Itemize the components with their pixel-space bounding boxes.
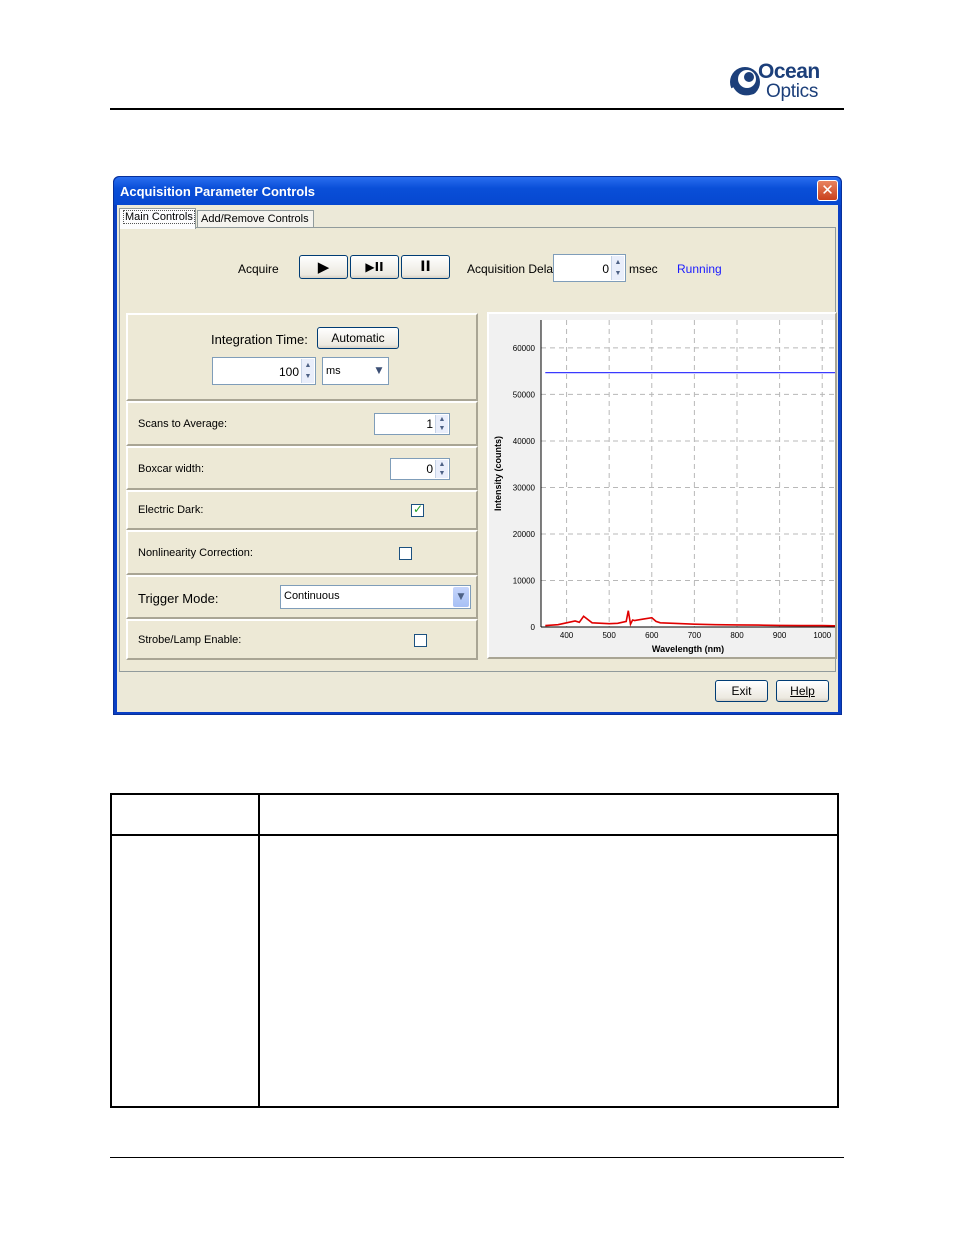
down-arrow-icon[interactable]: ▼ — [302, 371, 314, 383]
up-arrow-icon[interactable]: ▲ — [436, 415, 448, 424]
down-arrow-icon[interactable]: ▼ — [612, 268, 624, 280]
integration-unit-value: ms — [326, 365, 341, 377]
close-button[interactable]: ✕ — [817, 180, 838, 201]
trigger-mode-select[interactable]: Continuous ▼ — [280, 585, 471, 609]
spinner-arrows[interactable]: ▲ ▼ — [435, 415, 448, 433]
spinner-arrows[interactable]: ▲ ▼ — [611, 256, 624, 280]
main-controls-panel: Acquire ▶ ▶II II Acquisition Delay 0 ▲ ▼ … — [119, 227, 837, 672]
help-button[interactable]: Help — [776, 680, 829, 702]
check-icon: ✓ — [413, 502, 424, 516]
close-icon: ✕ — [821, 181, 834, 199]
x-tick-label: 1000 — [813, 631, 831, 640]
window-title: Acquisition Parameter Controls — [120, 184, 316, 199]
y-tick-label: 10000 — [513, 576, 536, 585]
y-tick-label: 0 — [531, 623, 536, 632]
acquisition-parameter-window: Acquisition Parameter Controls ✕ Main Co… — [113, 176, 842, 715]
window-client: Main Controls Add/Remove Controls Acquir… — [117, 205, 838, 712]
electric-dark-label: Electric Dark: — [138, 504, 204, 516]
x-tick-label: 900 — [773, 631, 787, 640]
table-header-divider — [112, 834, 837, 836]
boxcar-width-value: 0 — [426, 462, 433, 476]
y-tick-label: 50000 — [513, 390, 536, 399]
y-tick-label: 20000 — [513, 530, 536, 539]
y-tick-label: 40000 — [513, 437, 536, 446]
pause-icon: II — [420, 259, 431, 275]
scans-to-average-group: Scans to Average: 1 ▲ ▼ — [126, 401, 478, 446]
trigger-mode-group: Trigger Mode: Continuous ▼ — [126, 575, 478, 619]
electric-dark-checkbox[interactable]: ✓ — [411, 502, 424, 517]
x-tick-label: 800 — [730, 631, 744, 640]
header-rule — [110, 108, 844, 110]
table-column-divider — [258, 795, 260, 1106]
acquisition-status: Running — [677, 262, 722, 276]
x-axis-label: Wavelength (nm) — [652, 644, 724, 654]
integration-time-value: 100 — [278, 365, 299, 379]
scans-to-average-label: Scans to Average: — [138, 418, 228, 430]
y-tick-label: 30000 — [513, 483, 536, 492]
description-table — [110, 793, 839, 1108]
strobe-lamp-enable-checkbox[interactable] — [414, 634, 427, 647]
integration-time-spinner[interactable]: 100 ▲ ▼ — [212, 357, 316, 385]
title-bar[interactable]: Acquisition Parameter Controls ✕ — [114, 177, 841, 205]
up-arrow-icon[interactable]: ▲ — [436, 460, 448, 469]
acquire-pause-button[interactable]: II — [401, 255, 450, 279]
x-tick-label: 600 — [645, 631, 659, 640]
automatic-button[interactable]: Automatic — [317, 327, 399, 349]
down-arrow-icon[interactable]: ▼ — [436, 469, 448, 478]
boxcar-width-spinner[interactable]: 0 ▲ ▼ — [390, 458, 450, 480]
y-axis-label: Intensity (counts) — [493, 436, 503, 511]
exit-button[interactable]: Exit — [715, 680, 768, 702]
play-pause-icon: ▶II — [365, 260, 384, 274]
acquire-play-button[interactable]: ▶ — [299, 255, 348, 279]
spectrum-chart: 400 500 600 700 800 900 1000010000200003000040… — [493, 320, 835, 654]
tab-add-remove-controls[interactable]: Add/Remove Controls — [197, 210, 314, 228]
nonlinearity-correction-label: Nonlinearity Correction: — [138, 547, 253, 559]
integration-time-group: Integration Time: Automatic 100 ▲ ▼ ms ▼ — [126, 313, 478, 401]
scans-to-average-spinner[interactable]: 1 ▲ ▼ — [374, 413, 450, 435]
spinner-arrows[interactable]: ▲ ▼ — [435, 460, 448, 478]
trigger-mode-value: Continuous — [284, 590, 340, 602]
y-tick-label: 60000 — [513, 344, 536, 353]
strobe-lamp-enable-label: Strobe/Lamp Enable: — [138, 634, 242, 646]
ocean-optics-logo: Ocean Optics — [728, 58, 848, 106]
acquire-single-button[interactable]: ▶II — [350, 255, 399, 279]
trigger-mode-label: Trigger Mode: — [138, 591, 219, 606]
x-tick-label: 400 — [560, 631, 574, 640]
electric-dark-group: Electric Dark: ✓ — [126, 490, 478, 530]
nonlinearity-correction-checkbox[interactable] — [399, 547, 412, 560]
chevron-down-icon[interactable]: ▼ — [371, 359, 387, 383]
boxcar-width-label: Boxcar width: — [138, 463, 205, 475]
down-arrow-icon[interactable]: ▼ — [436, 424, 448, 433]
integration-unit-select[interactable]: ms ▼ — [322, 357, 389, 385]
up-arrow-icon[interactable]: ▲ — [612, 256, 624, 268]
integration-time-label: Integration Time: — [211, 332, 308, 347]
acquire-label: Acquire — [238, 262, 279, 276]
tab-main-controls[interactable]: Main Controls — [119, 208, 196, 229]
play-icon: ▶ — [317, 258, 330, 276]
x-tick-label: 700 — [688, 631, 702, 640]
boxcar-width-group: Boxcar width: 0 ▲ ▼ — [126, 446, 478, 490]
nonlinearity-correction-group: Nonlinearity Correction: — [126, 530, 478, 575]
acquisition-delay-unit: msec — [629, 262, 658, 276]
spectrum-graph-panel: 400 500 600 700 800 900 1000 0 10000 20000 30000 40… — [487, 312, 837, 659]
spinner-arrows[interactable]: ▲ ▼ — [301, 359, 314, 383]
chevron-down-icon[interactable]: ▼ — [453, 587, 469, 607]
acquisition-delay-spinner[interactable]: 0 ▲ ▼ — [553, 254, 626, 282]
scans-to-average-value: 1 — [426, 417, 433, 431]
acquisition-delay-label: Acquisition Delay — [467, 262, 560, 276]
footer-rule — [110, 1157, 844, 1158]
logo-word-optics: Optics — [766, 81, 819, 102]
acquisition-delay-value: 0 — [602, 262, 609, 276]
up-arrow-icon[interactable]: ▲ — [302, 359, 314, 371]
strobe-lamp-enable-group: Strobe/Lamp Enable: — [126, 619, 478, 660]
x-tick-label: 500 — [602, 631, 616, 640]
